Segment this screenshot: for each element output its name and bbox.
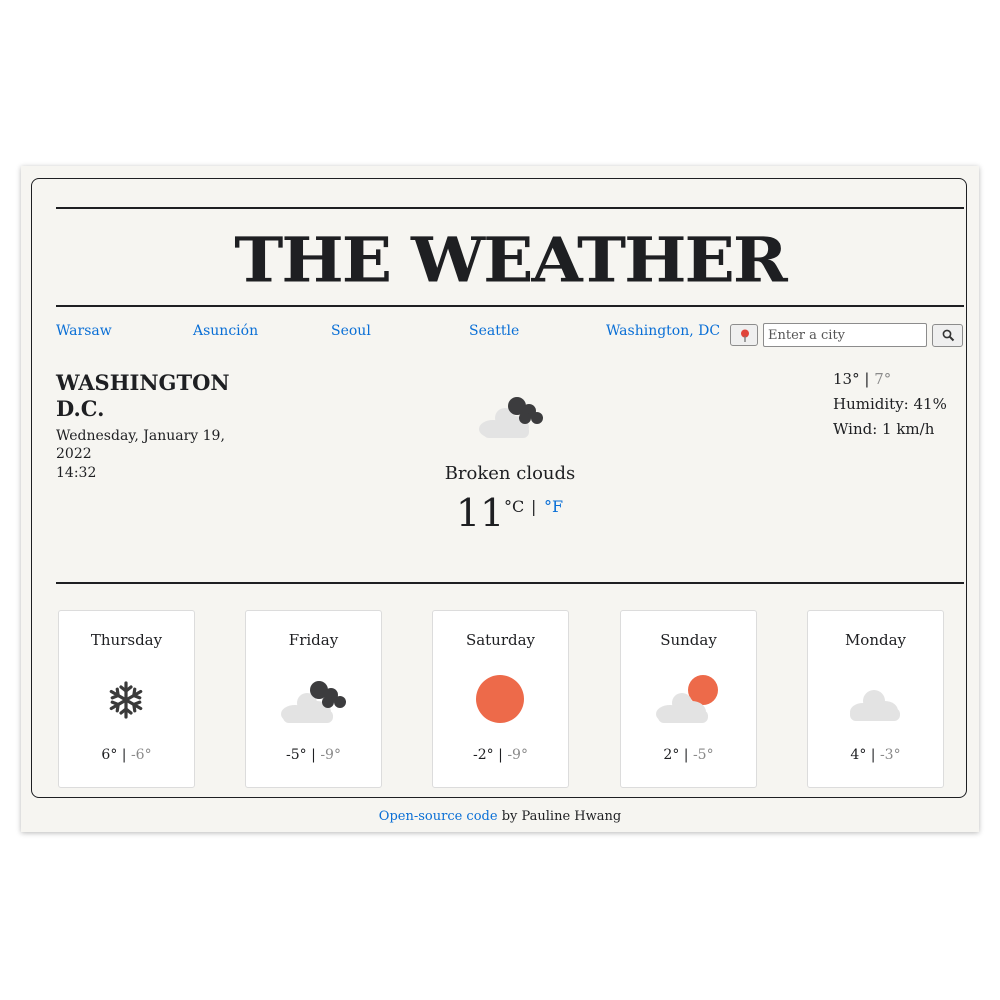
forecast-card: Monday 4° | -3°	[807, 610, 944, 788]
forecast-high: 6°	[101, 747, 118, 763]
current-city-name: WASHINGTON D.C.	[56, 370, 256, 422]
forecast-day: Saturday	[465, 631, 536, 649]
low-temp: 7°	[874, 370, 892, 388]
city-link-seattle[interactable]: Seattle	[469, 323, 519, 339]
temp-separator: |	[866, 747, 880, 763]
weather-page: THE WEATHER Warsaw Asunción Seoul Seattl…	[21, 166, 979, 832]
city-link-seoul[interactable]: Seoul	[331, 323, 371, 339]
high-temp: 13°	[833, 370, 860, 388]
broken-clouds-icon	[281, 681, 346, 723]
forecast-day: Friday	[288, 631, 339, 649]
top-rule	[56, 207, 964, 209]
city-search-input[interactable]	[763, 323, 927, 347]
footer-author: by Pauline Hwang	[497, 809, 622, 824]
wind: Wind: 1 km/h	[833, 420, 935, 438]
newspaper-frame: THE WEATHER Warsaw Asunción Seoul Seattl…	[31, 178, 967, 798]
fahrenheit-toggle[interactable]: °F	[544, 497, 563, 516]
cloud-icon	[850, 690, 900, 721]
forecast-temps: -5° | -9°	[246, 747, 381, 763]
forecast-high: 4°	[850, 747, 867, 763]
temp-separator: |	[679, 747, 693, 763]
humidity: Humidity: 41%	[833, 395, 947, 413]
forecast-low: -3°	[879, 747, 901, 763]
forecast-temps: -2° | -9°	[433, 747, 568, 763]
forecast-high: 2°	[663, 747, 680, 763]
current-date: Wednesday, January 19, 2022	[56, 428, 225, 462]
high-low: 13° | 7°	[833, 367, 947, 392]
temp-separator: |	[493, 747, 508, 763]
forecast-day: Sunday	[660, 631, 717, 649]
forecast-high: -5°	[286, 747, 307, 763]
forecast-card: Thursday 6° | -6°	[58, 610, 195, 788]
forecast-high: -2°	[473, 747, 494, 763]
forecast-card: Friday -5° | -9°	[245, 610, 382, 788]
footer: Open-source code by Pauline Hwang	[21, 809, 979, 824]
celsius-unit[interactable]: °C	[504, 497, 524, 516]
weather-description: Broken clouds	[444, 463, 576, 484]
page-title: THE WEATHER	[234, 223, 787, 297]
temp-separator: |	[117, 747, 131, 763]
forecast-low: -9°	[320, 747, 341, 763]
current-temperature: 11	[456, 491, 505, 535]
forecast-rule	[56, 582, 964, 584]
forecast-low: -9°	[507, 747, 528, 763]
masthead-rule	[56, 305, 964, 307]
current-location-button[interactable]	[730, 324, 758, 346]
city-name-line-2: D.C.	[56, 396, 105, 421]
forecast-low: -6°	[130, 747, 152, 763]
current-time: 14:32	[56, 465, 97, 481]
broken-clouds-icon	[479, 397, 543, 438]
partly-sunny-icon	[656, 675, 718, 723]
forecast-day: Thursday	[90, 631, 163, 649]
source-code-link[interactable]: Open-source code	[379, 809, 498, 824]
current-stats: 13° | 7° Humidity: 41% Wind: 1 km/h	[833, 367, 947, 442]
city-link-asuncion[interactable]: Asunción	[193, 323, 258, 339]
sun-icon	[476, 675, 524, 723]
city-link-washington-dc[interactable]: Washington, DC	[606, 323, 720, 339]
search-button[interactable]	[932, 324, 963, 347]
forecast-card: Sunday 2° | -5°	[620, 610, 757, 788]
snowflake-icon	[109, 681, 143, 719]
map-pin-icon	[741, 329, 749, 342]
city-name-line-1: WASHINGTON	[56, 370, 230, 395]
forecast-temps: 4° | -3°	[808, 747, 943, 763]
forecast-day: Monday	[844, 631, 907, 649]
forecast-temps: 6° | -6°	[59, 747, 194, 763]
unit-separator: |	[531, 497, 537, 516]
city-link-warsaw[interactable]: Warsaw	[56, 323, 112, 339]
forecast-temps: 2° | -5°	[621, 747, 756, 763]
high-low-separator: |	[864, 370, 875, 388]
temp-separator: |	[306, 747, 321, 763]
forecast-card: Saturday -2° | -9°	[432, 610, 569, 788]
magnifier-icon	[942, 329, 955, 342]
forecast-low: -5°	[692, 747, 714, 763]
